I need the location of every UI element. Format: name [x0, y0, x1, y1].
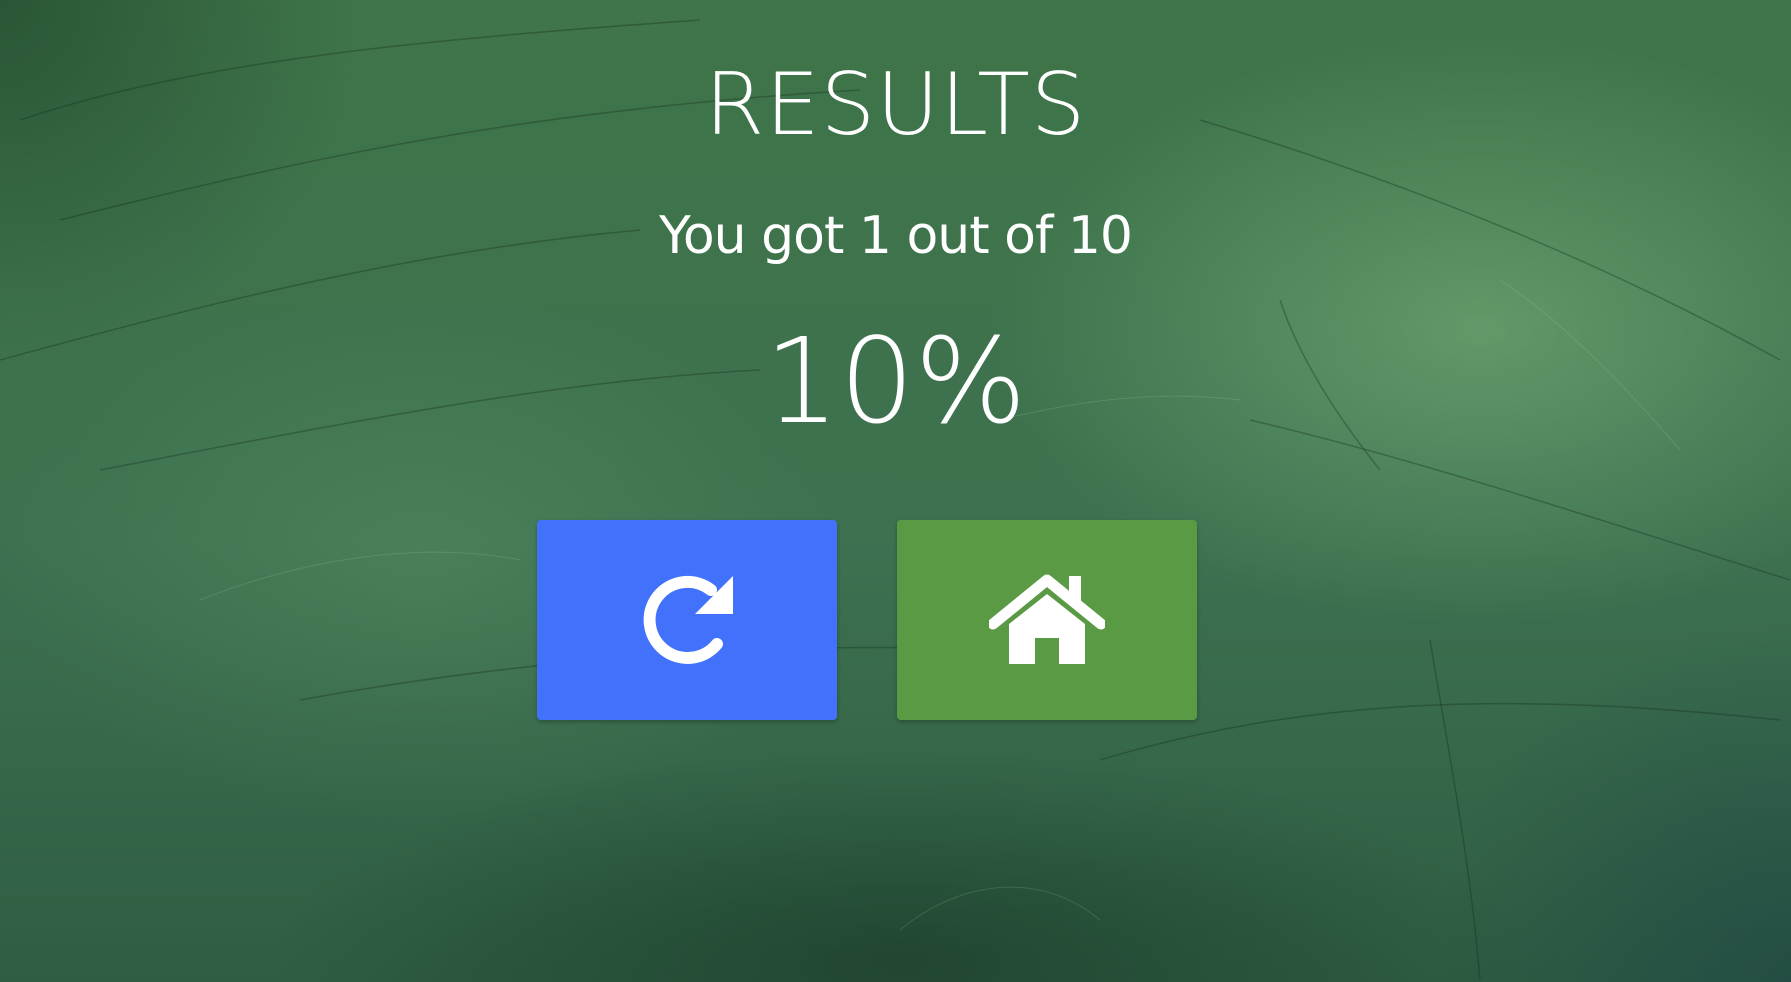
home-icon [989, 572, 1105, 668]
home-button[interactable] [897, 520, 1197, 720]
score-summary: You got 1 out of 10 [658, 206, 1133, 266]
retry-button[interactable] [537, 520, 837, 720]
redo-icon [635, 568, 739, 672]
results-title: RESULTS [704, 55, 1087, 155]
score-percent: 10% [764, 312, 1027, 450]
